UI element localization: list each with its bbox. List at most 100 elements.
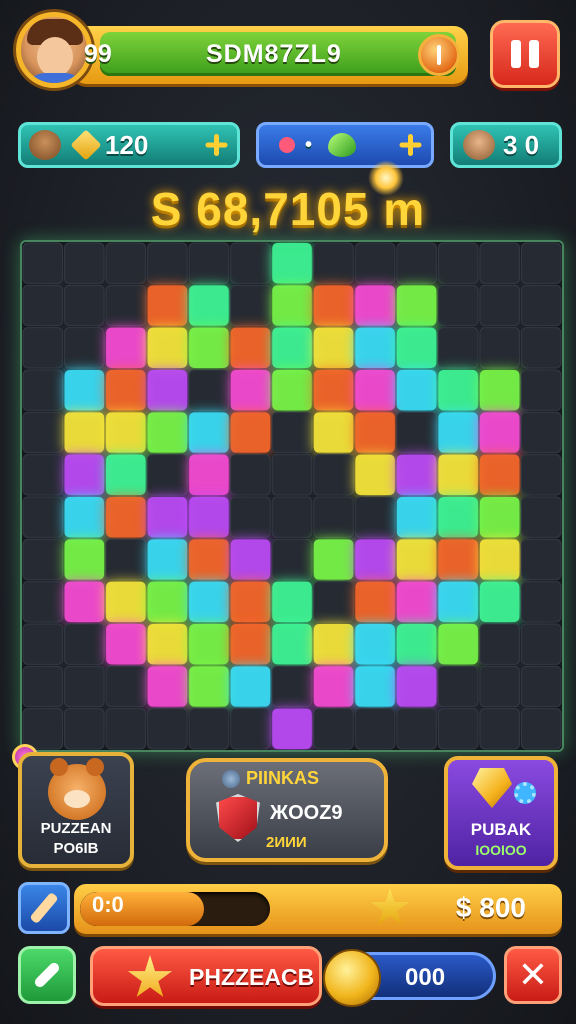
empty-slot[interactable] bbox=[437, 327, 479, 369]
puzzle-piece[interactable] bbox=[147, 285, 188, 326]
empty-slot[interactable] bbox=[22, 242, 64, 284]
empty-slot[interactable] bbox=[230, 708, 271, 750]
empty-slot[interactable] bbox=[105, 708, 147, 750]
puzzle-piece[interactable] bbox=[189, 666, 229, 707]
puzzle-piece[interactable] bbox=[106, 327, 146, 368]
puzzle-piece[interactable] bbox=[272, 708, 312, 749]
puzzle-piece[interactable] bbox=[189, 285, 229, 326]
puzzle-piece[interactable] bbox=[147, 370, 188, 411]
pause-button[interactable] bbox=[490, 20, 560, 88]
empty-slot[interactable] bbox=[354, 496, 396, 538]
puzzle-piece[interactable] bbox=[230, 666, 271, 707]
empty-slot[interactable] bbox=[520, 369, 562, 411]
power-card-right[interactable]: PUBAK IOOIOO bbox=[444, 756, 558, 870]
puzzle-piece[interactable] bbox=[64, 370, 105, 411]
empty-slot[interactable] bbox=[520, 581, 562, 623]
empty-slot[interactable] bbox=[64, 242, 105, 284]
puzzle-piece[interactable] bbox=[313, 624, 354, 665]
puzzle-piece[interactable] bbox=[396, 497, 437, 538]
power-card-middle[interactable]: PIINKAS ЖOOZ9 2ИИИ bbox=[186, 758, 388, 862]
empty-slot[interactable] bbox=[22, 369, 64, 411]
puzzle-piece[interactable] bbox=[479, 581, 520, 622]
empty-slot[interactable] bbox=[105, 538, 147, 581]
empty-slot[interactable] bbox=[271, 538, 313, 581]
empty-slot[interactable] bbox=[396, 411, 437, 454]
puzzle-piece[interactable] bbox=[147, 666, 188, 707]
puzzle-piece[interactable] bbox=[313, 539, 354, 580]
empty-slot[interactable] bbox=[479, 665, 520, 708]
empty-slot[interactable] bbox=[520, 411, 562, 454]
stat-pill-1[interactable]: 120 bbox=[18, 122, 240, 168]
empty-slot[interactable] bbox=[22, 327, 64, 369]
puzzle-piece[interactable] bbox=[230, 370, 271, 411]
puzzle-piece[interactable] bbox=[438, 497, 478, 538]
empty-slot[interactable] bbox=[520, 538, 562, 581]
empty-slot[interactable] bbox=[313, 496, 354, 538]
empty-slot[interactable] bbox=[313, 581, 354, 623]
empty-slot[interactable] bbox=[188, 242, 230, 284]
puzzle-piece[interactable] bbox=[106, 370, 146, 411]
empty-slot[interactable] bbox=[520, 708, 562, 750]
puzzle-piece[interactable] bbox=[147, 539, 188, 580]
empty-slot[interactable] bbox=[313, 454, 354, 496]
puzzle-piece[interactable] bbox=[189, 539, 229, 580]
phone-button[interactable] bbox=[18, 946, 76, 1004]
puzzle-piece[interactable] bbox=[396, 327, 437, 368]
empty-slot[interactable] bbox=[22, 623, 64, 665]
empty-slot[interactable] bbox=[105, 242, 147, 284]
puzzle-piece[interactable] bbox=[396, 539, 437, 580]
stat-pill-3[interactable]: 3 0 bbox=[450, 122, 562, 168]
puzzle-piece[interactable] bbox=[147, 412, 188, 453]
puzzle-piece[interactable] bbox=[64, 581, 105, 622]
puzzle-piece[interactable] bbox=[272, 370, 312, 411]
puzzle-piece[interactable] bbox=[189, 412, 229, 453]
puzzle-piece[interactable] bbox=[272, 243, 312, 284]
empty-slot[interactable] bbox=[22, 454, 64, 496]
puzzle-piece[interactable] bbox=[106, 624, 146, 665]
puzzle-piece[interactable] bbox=[106, 581, 146, 622]
puzzle-piece[interactable] bbox=[189, 454, 229, 495]
empty-slot[interactable] bbox=[520, 665, 562, 708]
puzzle-piece[interactable] bbox=[438, 539, 478, 580]
empty-slot[interactable] bbox=[396, 708, 437, 750]
empty-slot[interactable] bbox=[64, 623, 105, 665]
puzzle-piece[interactable] bbox=[64, 539, 105, 580]
settings-coin-icon[interactable] bbox=[418, 34, 460, 76]
puzzle-piece[interactable] bbox=[355, 539, 395, 580]
puzzle-piece[interactable] bbox=[355, 327, 395, 368]
empty-slot[interactable] bbox=[479, 242, 520, 284]
empty-slot[interactable] bbox=[230, 496, 271, 538]
empty-slot[interactable] bbox=[147, 708, 188, 750]
empty-slot[interactable] bbox=[479, 327, 520, 369]
puzzle-piece[interactable] bbox=[438, 370, 478, 411]
empty-slot[interactable] bbox=[22, 411, 64, 454]
empty-slot[interactable] bbox=[354, 708, 396, 750]
empty-slot[interactable] bbox=[22, 708, 64, 750]
empty-slot[interactable] bbox=[230, 242, 271, 284]
empty-slot[interactable] bbox=[271, 411, 313, 454]
empty-slot[interactable] bbox=[520, 242, 562, 284]
empty-slot[interactable] bbox=[64, 665, 105, 708]
puzzle-piece[interactable] bbox=[355, 285, 395, 326]
stat-pill-2[interactable]: • bbox=[256, 122, 434, 168]
puzzle-piece[interactable] bbox=[355, 666, 395, 707]
puzzle-piece[interactable] bbox=[64, 454, 105, 495]
puzzle-piece[interactable] bbox=[396, 454, 437, 495]
puzzle-piece[interactable] bbox=[230, 327, 271, 368]
empty-slot[interactable] bbox=[520, 454, 562, 496]
empty-slot[interactable] bbox=[313, 242, 354, 284]
empty-slot[interactable] bbox=[64, 708, 105, 750]
puzzle-piece[interactable] bbox=[479, 539, 520, 580]
empty-slot[interactable] bbox=[479, 623, 520, 665]
puzzle-piece[interactable] bbox=[396, 581, 437, 622]
empty-slot[interactable] bbox=[396, 242, 437, 284]
empty-slot[interactable] bbox=[105, 665, 147, 708]
empty-slot[interactable] bbox=[22, 665, 64, 708]
puzzle-piece[interactable] bbox=[313, 412, 354, 453]
puzzle-piece[interactable] bbox=[479, 370, 520, 411]
empty-slot[interactable] bbox=[188, 369, 230, 411]
puzzle-piece[interactable] bbox=[272, 285, 312, 326]
puzzle-piece[interactable] bbox=[230, 539, 271, 580]
puzzle-piece[interactable] bbox=[355, 412, 395, 453]
play-button[interactable]: PHZZEACB bbox=[90, 946, 322, 1006]
